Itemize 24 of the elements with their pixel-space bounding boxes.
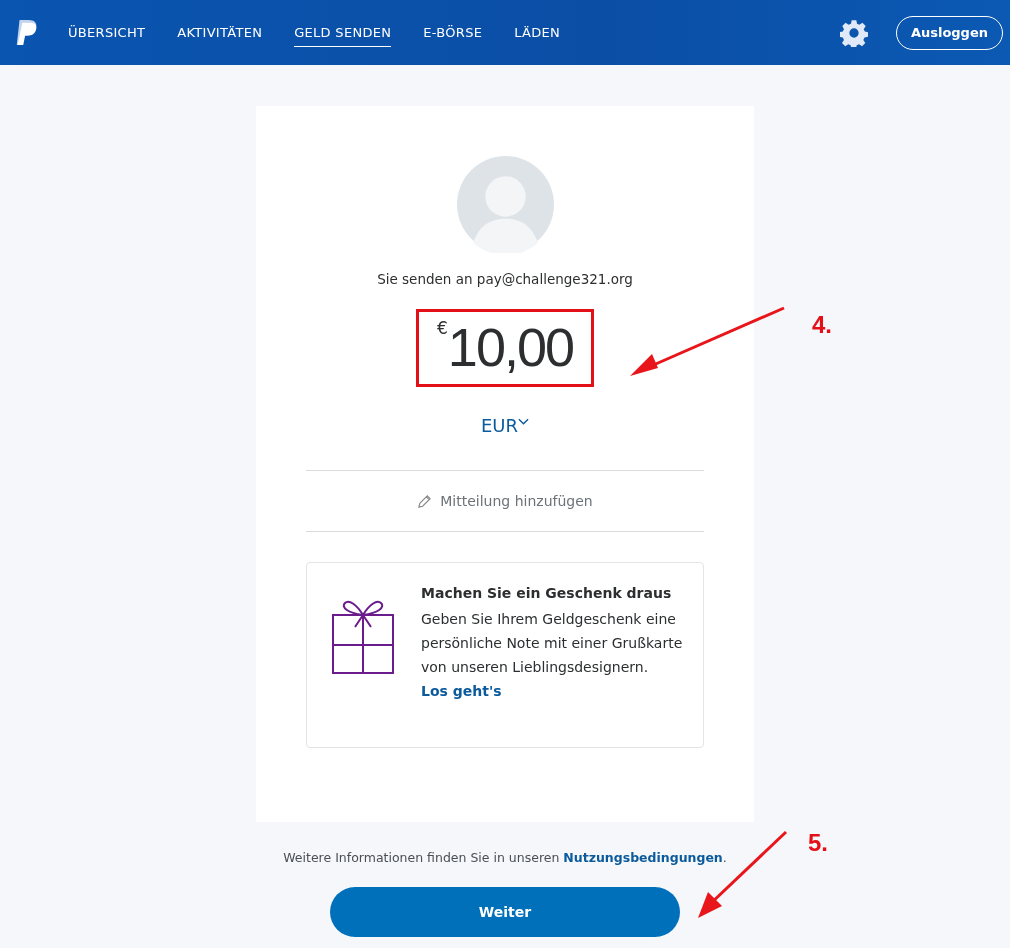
nav-tab[interactable]: LÄDEN — [514, 18, 561, 47]
annotation-label: 4. — [812, 311, 832, 339]
avatar-icon — [456, 156, 554, 253]
settings-icon[interactable] — [839, 18, 868, 47]
nav-tab[interactable]: ÜBERSICHT — [68, 18, 146, 47]
annotation-label: 5. — [808, 829, 828, 857]
add-message-button[interactable]: Mitteilung hinzufügen — [306, 470, 704, 532]
gift-icon — [332, 599, 394, 675]
gift-description: Geben Sie Ihrem Geldgeschenk eine persönliche Note mit einer Grußkarte von unseren Lieblingsdesignern. — [421, 610, 683, 677]
amount-field[interactable]: 10,00 — [447, 312, 573, 382]
logo-icon[interactable] — [14, 18, 38, 47]
recipient-text: Sie senden an pay@challenge321.org — [377, 271, 633, 287]
pencil-icon — [417, 493, 433, 509]
nav-tab[interactable]: AKTIVITÄTEN — [177, 18, 263, 47]
continue-button[interactable]: Weiter — [330, 887, 680, 937]
currency-selector[interactable]: EUR — [480, 415, 530, 436]
terms-note: Weitere Informationen finden Sie in unseren Nutzungsbedingungen. — [283, 850, 727, 865]
nav-tab[interactable]: GELD SENDEN — [294, 18, 392, 47]
chevron-down-icon — [518, 418, 530, 426]
nav-tab[interactable]: E-BÖRSE — [423, 18, 483, 47]
gift-title: Machen Sie ein Geschenk draus — [421, 585, 673, 601]
terms-link[interactable]: Nutzungsbedingungen — [563, 850, 723, 865]
currency-symbol: € — [437, 318, 448, 338]
gift-link[interactable]: Los geht's — [421, 683, 683, 699]
